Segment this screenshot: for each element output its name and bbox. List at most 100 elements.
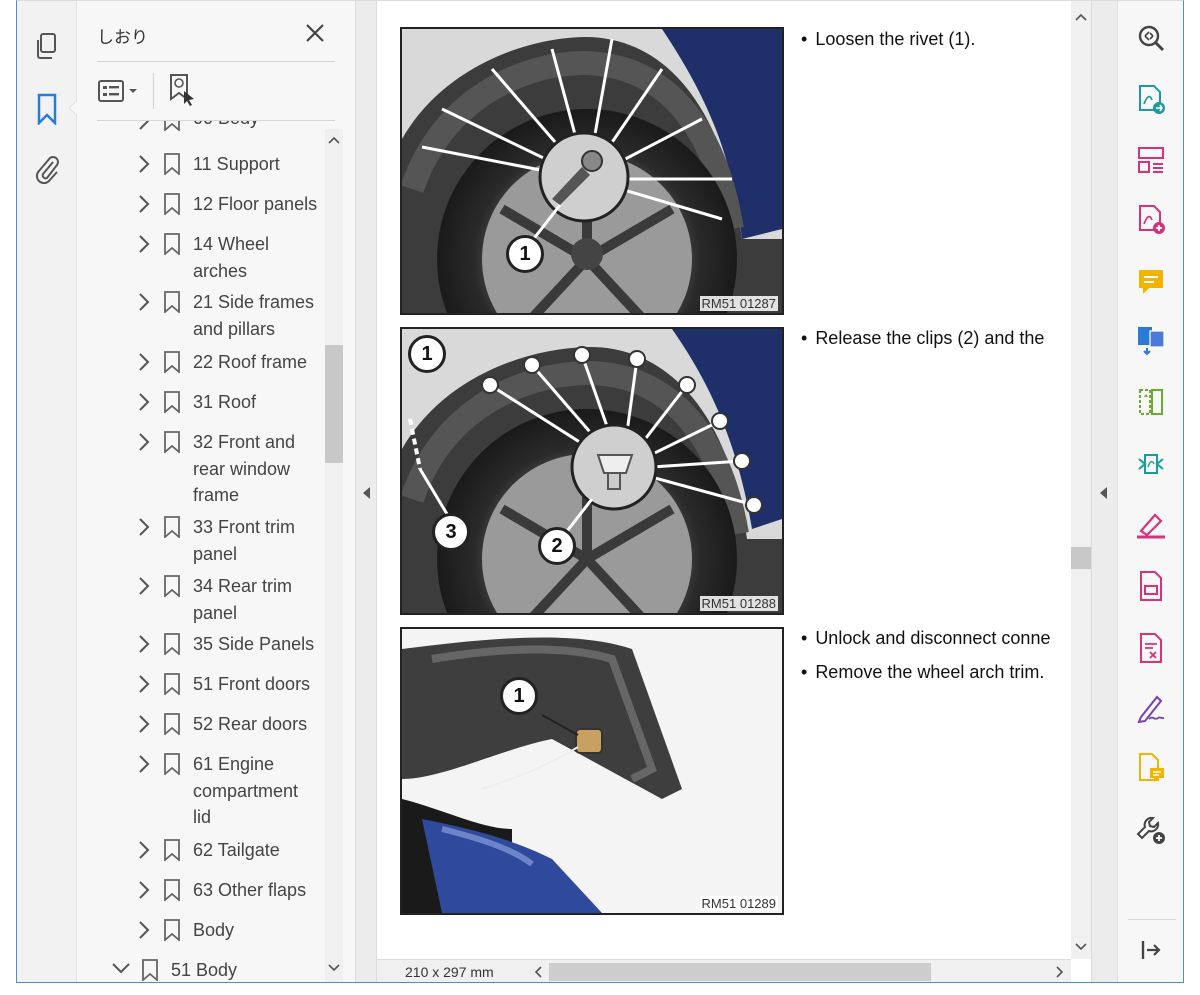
document-icon — [1140, 571, 1162, 601]
document-comment-icon — [1139, 753, 1164, 782]
tree-item-label: 33 Front trim panel — [193, 517, 296, 564]
scrollbar-thumb[interactable] — [325, 345, 343, 463]
scrollbar-thumb[interactable] — [549, 963, 931, 981]
chevron-right-icon — [139, 353, 150, 371]
chevron-right-icon — [139, 433, 150, 451]
callout-number: 1 — [506, 235, 544, 273]
chevron-right-icon — [139, 518, 150, 536]
figure-image: 1 2 3 RM51 01288 — [400, 327, 784, 615]
export-pdf-button[interactable] — [1134, 83, 1168, 117]
figure-image: 1 RM51 01289 — [400, 627, 784, 915]
page-thumbnails-button[interactable] — [29, 29, 65, 65]
combine-icon — [1138, 327, 1165, 356]
tree-item-label: 11 Support — [193, 154, 280, 174]
scroll-down-button[interactable] — [325, 959, 343, 977]
status-bar: 210 x 297 mm — [377, 959, 1071, 982]
chevron-right-icon — [139, 393, 150, 411]
chevron-down-icon — [328, 964, 340, 972]
left-panel-splitter[interactable] — [355, 1, 377, 982]
chevron-down-icon[interactable] — [1075, 943, 1087, 951]
chevron-up-icon[interactable] — [1075, 13, 1087, 21]
scroll-up-button[interactable] — [325, 131, 343, 149]
bookmark-icon — [164, 633, 180, 655]
comment-icon — [1139, 270, 1163, 294]
tree-item-label: 21 Side frames and pillars — [193, 292, 315, 339]
bookmark-tree: 00 Body 11 Support 12 Floor panels 14 Wh… — [97, 121, 325, 982]
tree-item-label: 35 Side Panels — [193, 634, 315, 654]
instruction-step: Loosen the rivet (1). — [801, 29, 975, 50]
right-panel-splitter[interactable] — [1091, 1, 1117, 982]
close-icon — [306, 24, 324, 42]
convert-button[interactable] — [1134, 447, 1168, 481]
callout-number: 2 — [538, 527, 576, 565]
protect-button[interactable] — [1134, 569, 1168, 603]
chevron-right-icon — [139, 635, 150, 653]
bookmark-icon — [164, 516, 180, 538]
layout-icon — [1138, 147, 1164, 173]
more-tools-button[interactable] — [1134, 813, 1168, 847]
collapse-left-icon[interactable] — [363, 487, 371, 499]
close-panel-button[interactable] — [303, 21, 327, 45]
scroll-left-button[interactable] — [531, 963, 547, 981]
bookmark-icon — [164, 153, 180, 175]
zoom-button[interactable] — [1134, 21, 1168, 55]
bookmark-icon — [37, 93, 57, 125]
tree-item-label: 22 Roof frame — [193, 352, 308, 372]
fill-sign-button[interactable] — [1134, 507, 1168, 541]
document-viewport[interactable]: 1 RM51 01287 1 2 3 RM51 01288 1 RM51 012… — [377, 1, 1071, 959]
collapse-right-icon[interactable] — [1100, 487, 1108, 499]
attachments-button[interactable] — [29, 151, 65, 187]
export-pdf-icon — [1139, 85, 1165, 114]
tree-item-label: 31 Roof — [193, 392, 257, 412]
bookmark-icon — [164, 291, 180, 313]
zoom-icon — [1138, 25, 1165, 52]
collapse-tools-button[interactable] — [1134, 933, 1168, 967]
bookmark-add-icon — [170, 74, 194, 106]
scrollbar-thumb[interactable] — [1071, 547, 1091, 569]
sign-button[interactable] — [1134, 691, 1168, 725]
chevron-right-icon — [139, 675, 150, 693]
tree-item[interactable]: 00 Body — [97, 121, 325, 137]
bookmarks-panel: しおり 00 Body 11 Support — [77, 1, 355, 982]
bookmark-icon — [164, 431, 180, 453]
comment-button[interactable] — [1134, 265, 1168, 299]
wheel-arch-photo — [402, 29, 782, 313]
bookmark-icon — [164, 351, 180, 373]
tools-divider — [1128, 919, 1176, 920]
chevron-right-icon — [1056, 966, 1064, 978]
document-scrollbar[interactable] — [1071, 1, 1091, 959]
left-nav-rail — [17, 1, 79, 982]
horizontal-scrollbar[interactable] — [549, 963, 1049, 981]
new-bookmark-button[interactable] — [167, 73, 199, 107]
bookmark-icon — [164, 919, 180, 941]
tree-item-label: 62 Tailgate — [193, 840, 280, 860]
scroll-right-button[interactable] — [1051, 963, 1067, 981]
instruction-step: Release the clips (2) and the — [801, 328, 1044, 349]
create-pdf-button[interactable] — [1134, 203, 1168, 237]
tree-item-label: 63 Other flaps — [193, 880, 307, 900]
callout-number: 1 — [500, 677, 538, 715]
list-options-icon — [98, 80, 137, 102]
redact-button[interactable] — [1134, 631, 1168, 665]
bookmark-icon — [164, 673, 180, 695]
tree-item-label: 12 Floor panels — [193, 194, 318, 214]
chevron-right-icon — [139, 577, 150, 595]
bookmark-options-button[interactable] — [97, 75, 143, 107]
chevron-right-icon — [139, 755, 150, 773]
bookmark-icon — [164, 121, 180, 131]
tree-item-label: Body — [193, 920, 235, 940]
wheel-arch-connector-photo — [402, 629, 782, 913]
chevron-left-icon — [534, 966, 542, 978]
tree-item-label: 14 Wheel arches — [193, 234, 270, 281]
send-comments-button[interactable] — [1134, 751, 1168, 785]
combine-files-button[interactable] — [1134, 323, 1168, 357]
pdf-page: 1 RM51 01287 1 2 3 RM51 01288 1 RM51 012… — [377, 1, 1071, 959]
compress-button[interactable] — [1134, 385, 1168, 419]
bookmarks-button[interactable] — [29, 91, 65, 127]
callout-number: 3 — [432, 513, 470, 551]
chevron-right-icon — [139, 293, 150, 311]
chevron-right-icon — [139, 121, 150, 130]
bookmark-scrollbar[interactable] — [325, 129, 343, 982]
figure-code: RM51 01289 — [699, 896, 778, 911]
organize-pages-button[interactable] — [1134, 143, 1168, 177]
